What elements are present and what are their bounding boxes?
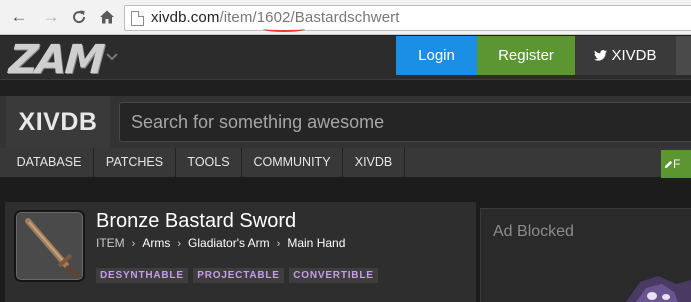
- reload-icon[interactable]: [69, 7, 89, 27]
- nav-item-tools[interactable]: TOOLS: [176, 148, 242, 177]
- login-button[interactable]: Login: [396, 36, 477, 75]
- chevron-right-icon: ›: [131, 238, 136, 250]
- edit-button-label: F: [673, 157, 681, 171]
- twitter-xivdb-label: XIVDB: [611, 47, 657, 64]
- forward-arrow-icon[interactable]: →: [41, 7, 61, 27]
- nav-item-xivdb[interactable]: XIVDB: [343, 148, 405, 177]
- home-icon[interactable]: [97, 7, 117, 27]
- main-nav: DATABASE PATCHES TOOLS COMMUNITY XIVDB F: [0, 148, 691, 178]
- ad-blocked-text: Ad Blocked: [493, 223, 574, 240]
- tag-desynthable: DESYNTHABLE: [96, 268, 188, 283]
- search-box[interactable]: [119, 102, 691, 142]
- tag-convertible: CONVERTIBLE: [289, 268, 378, 283]
- search-input[interactable]: [120, 103, 691, 141]
- pencil-icon: [664, 160, 673, 169]
- item-tags: DESYNTHABLE PROJECTABLE CONVERTIBLE: [96, 265, 379, 283]
- chevron-right-icon: ›: [177, 238, 182, 250]
- twitter-bird-icon: [594, 50, 608, 61]
- back-arrow-icon[interactable]: ←: [9, 7, 29, 27]
- breadcrumb-type: ITEM: [96, 236, 125, 250]
- tag-projectable: PROJECTABLE: [193, 268, 284, 283]
- nav-item-patches[interactable]: PATCHES: [94, 148, 176, 177]
- edit-button[interactable]: F: [661, 150, 691, 178]
- sword-icon: [14, 210, 85, 282]
- zam-logo[interactable]: ZAM: [7, 37, 104, 83]
- item-title: Bronze Bastard Sword: [96, 210, 297, 232]
- url-text: xivdb.com/item/1602/Bastardschwert: [151, 9, 400, 26]
- zam-header: ZAM Login Register XIVDB: [0, 36, 691, 83]
- breadcrumb-slot[interactable]: Main Hand: [287, 236, 345, 250]
- browser-toolbar: ← → xivdb.com/item/1602/Bastardschwert: [0, 0, 691, 35]
- xivdb-logo[interactable]: XIVDB: [6, 96, 110, 148]
- twitter-xivdb-button[interactable]: XIVDB: [575, 36, 676, 75]
- register-button[interactable]: Register: [477, 36, 575, 75]
- chevron-down-icon[interactable]: [106, 48, 118, 64]
- header-extra-button[interactable]: [676, 36, 691, 75]
- nav-item-community[interactable]: COMMUNITY: [242, 148, 343, 177]
- breadcrumb-class[interactable]: Gladiator's Arm: [188, 236, 270, 250]
- chevron-right-icon: ›: [276, 238, 281, 250]
- xivdb-header: XIVDB: [0, 96, 691, 148]
- page-icon: [131, 11, 144, 26]
- address-bar[interactable]: xivdb.com/item/1602/Bastardschwert: [124, 5, 691, 31]
- nav-item-database[interactable]: DATABASE: [5, 148, 94, 177]
- breadcrumb-arms[interactable]: Arms: [142, 236, 170, 250]
- breadcrumb: ITEM › Arms › Gladiator's Arm › Main Hand: [96, 236, 345, 250]
- url-underline-annotation: [263, 26, 305, 32]
- mascot-illustration: [626, 276, 691, 302]
